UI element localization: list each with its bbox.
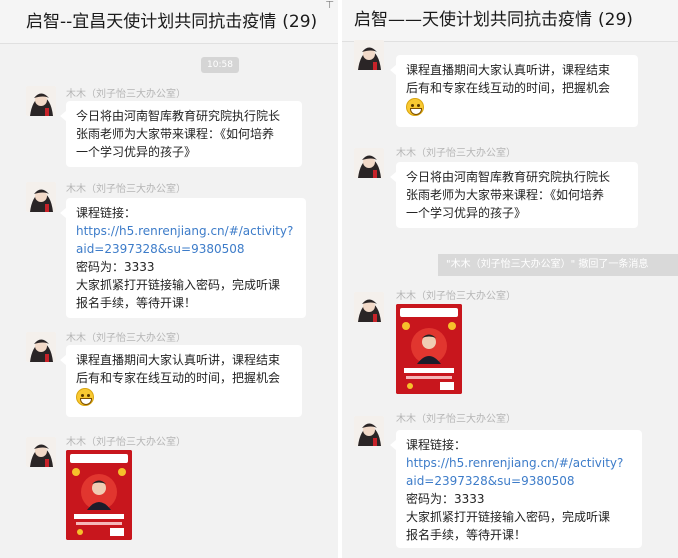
message-line: 课程链接： <box>76 206 137 220</box>
avatar[interactable] <box>26 332 56 362</box>
avatar[interactable] <box>26 182 56 212</box>
member-count: (29) <box>598 10 633 30</box>
avatar[interactable] <box>26 86 56 116</box>
avatar[interactable] <box>354 292 384 322</box>
sender-name: 木木（刘子怡三大办公室） <box>396 291 516 302</box>
message-line: 后有和专家在线互动的时间，把握机会 <box>406 81 611 95</box>
message-line: 课程直播期间大家认真听讲，课程结束 <box>406 63 611 77</box>
timestamp: 10:58 <box>201 57 239 73</box>
message-line: 报名手续，等待开课！ <box>76 296 197 310</box>
message-bubble[interactable]: 课程直播期间大家认真听讲，课程结束 后有和专家在线互动的时间，把握机会 <box>390 55 638 127</box>
chat-title: 启智--宜昌天使计划共同抗击疫情 <box>26 12 277 32</box>
course-link[interactable]: aid=2397328&su=9380508 <box>76 240 296 258</box>
message-bubble[interactable]: 课程链接： https://h5.renrenjiang.cn/#/activi… <box>390 430 642 548</box>
course-link[interactable]: https://h5.renrenjiang.cn/#/activity? <box>406 454 632 472</box>
message-line: 后有和专家在线互动的时间，把握机会 <box>76 371 281 385</box>
message-line: 今日将由河南智库教育研究院执行院长 <box>406 170 611 184</box>
message-line: 课程直播期间大家认真听讲，课程结束 <box>76 353 281 367</box>
message-line: 课程链接： <box>406 438 467 452</box>
course-poster-image[interactable] <box>396 304 462 394</box>
chat-title-bar: 启智——天使计划共同抗击疫情 (29) <box>342 0 678 42</box>
chat-title: 启智——天使计划共同抗击疫情 <box>354 10 592 30</box>
grin-emoji-icon <box>76 387 94 406</box>
chat-title-bar: 启智--宜昌天使计划共同抗击疫情 (29) <box>0 0 338 44</box>
grin-emoji-icon <box>406 97 424 116</box>
course-poster-image[interactable] <box>66 450 132 540</box>
message-line: 报名手续，等待开课！ <box>406 528 527 542</box>
message-line: 张雨老师为大家带来课程：《如何培养 <box>76 127 275 141</box>
sender-name: 木木（刘子怡三大办公室） <box>66 184 186 195</box>
course-link[interactable]: aid=2397328&su=9380508 <box>406 472 632 490</box>
message-line: 一个学习优异的孩子》 <box>406 206 527 220</box>
avatar[interactable] <box>354 148 384 178</box>
message-line: 大家抓紧打开链接输入密码，完成听课 <box>76 278 281 292</box>
course-link[interactable]: https://h5.renrenjiang.cn/#/activity? <box>76 222 296 240</box>
message-bubble[interactable]: 课程直播期间大家认真听讲，课程结束 后有和专家在线互动的时间，把握机会 <box>60 345 302 417</box>
pin-icon[interactable]: ⊤ <box>325 0 334 12</box>
avatar[interactable] <box>354 416 384 446</box>
avatar[interactable] <box>26 437 56 467</box>
message-line: 密码为：3333 <box>406 492 485 506</box>
sender-name: 木木（刘子怡三大办公室） <box>66 333 186 344</box>
message-bubble[interactable]: 今日将由河南智库教育研究院执行院长 张雨老师为大家带来课程：《如何培养 一个学习… <box>60 101 302 167</box>
message-bubble[interactable]: 课程链接： https://h5.renrenjiang.cn/#/activi… <box>60 198 306 318</box>
sender-name: 木木（刘子怡三大办公室） <box>66 89 186 100</box>
message-line: 大家抓紧打开链接输入密码，完成听课 <box>406 510 611 524</box>
left-chat-window: 启智--宜昌天使计划共同抗击疫情 (29) ⊤ 10:58 木木（刘子怡三大办公室… <box>0 0 338 558</box>
message-line: 今日将由河南智库教育研究院执行院长 <box>76 109 281 123</box>
member-count: (29) <box>282 12 318 32</box>
message-line: 张雨老师为大家带来课程：《如何培养 <box>406 188 605 202</box>
message-bubble[interactable]: 今日将由河南智库教育研究院执行院长 张雨老师为大家带来课程：《如何培养 一个学习… <box>390 162 638 228</box>
message-line: 密码为：3333 <box>76 260 155 274</box>
sender-name: 木木（刘子怡三大办公室） <box>396 148 516 159</box>
recall-notice: "木木（刘子怡三大办公室）" 撤回了一条消息 <box>438 254 678 276</box>
right-chat-window: 启智——天使计划共同抗击疫情 (29) 课程直播期间大家认真听讲，课程结束 后有和… <box>342 0 678 558</box>
sender-name: 木木（刘子怡三大办公室） <box>66 437 186 448</box>
message-line: 一个学习优异的孩子》 <box>76 145 197 159</box>
avatar[interactable] <box>354 40 384 70</box>
sender-name: 木木（刘子怡三大办公室） <box>396 414 516 425</box>
